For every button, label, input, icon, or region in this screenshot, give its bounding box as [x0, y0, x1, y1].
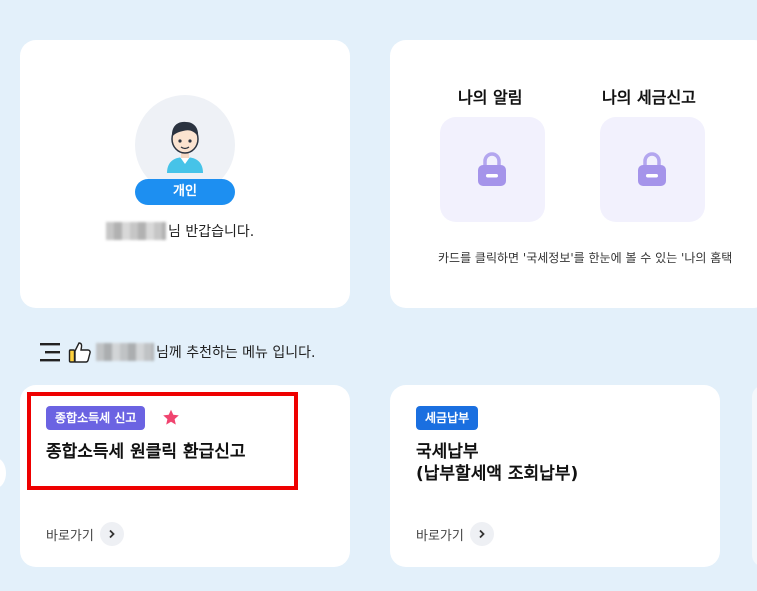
chevron-right-icon [469, 522, 494, 546]
my-tax-report-tile[interactable] [600, 117, 705, 222]
profile-card: 개인 님 반갑습니다. [20, 40, 350, 308]
greeting: 님 반갑습니다. [106, 221, 254, 241]
goto-link[interactable]: 바로가기 [46, 522, 124, 546]
menu-card-next-partial[interactable] [752, 385, 757, 567]
masked-user-name [96, 343, 154, 361]
greeting-text: 님 반갑습니다. [168, 224, 255, 240]
menu-title-line: (납부할세액 조회납부) [416, 464, 579, 484]
my-tax-report-title: 나의 세금신고 [602, 88, 696, 107]
chevron-right-icon [99, 522, 124, 546]
thumbs-up-icon [68, 342, 91, 363]
highlight-box [27, 392, 298, 490]
my-notice-title: 나의 알림 [458, 88, 523, 107]
my-notice-tile[interactable] [440, 117, 545, 222]
goto-link[interactable]: 바로가기 [416, 522, 494, 546]
user-type-badge[interactable]: 개인 [135, 179, 235, 205]
menu-lines-icon [40, 343, 60, 362]
menu-title: 국세납부 (납부할세액 조회납부) [416, 441, 578, 485]
lock-icon [478, 152, 506, 186]
carousel-prev-button[interactable] [0, 458, 6, 488]
masked-user-name [106, 222, 166, 240]
menu-title-line: 국세납부 [416, 442, 479, 462]
goto-label: 바로가기 [416, 528, 464, 544]
goto-label: 바로가기 [46, 528, 94, 544]
menu-tag: 세금납부 [416, 406, 479, 430]
recommend-heading: 님께 추천하는 메뉴 입니다. [40, 340, 315, 364]
lock-icon [638, 152, 666, 186]
info-note: 카드를 클릭하면 '국세정보'를 한눈에 볼 수 있는 '나의 홈택 [438, 251, 733, 265]
my-info-card: 나의 알림 나의 세금신고 카드를 클릭하면 '국세정보'를 한눈에 볼 수 있… [390, 40, 757, 308]
menu-card-tax-payment[interactable]: 세금납부 국세납부 (납부할세액 조회납부) 바로가기 [390, 385, 720, 567]
user-avatar-icon [167, 121, 203, 173]
recommend-text: 님께 추천하는 메뉴 입니다. [156, 345, 316, 361]
